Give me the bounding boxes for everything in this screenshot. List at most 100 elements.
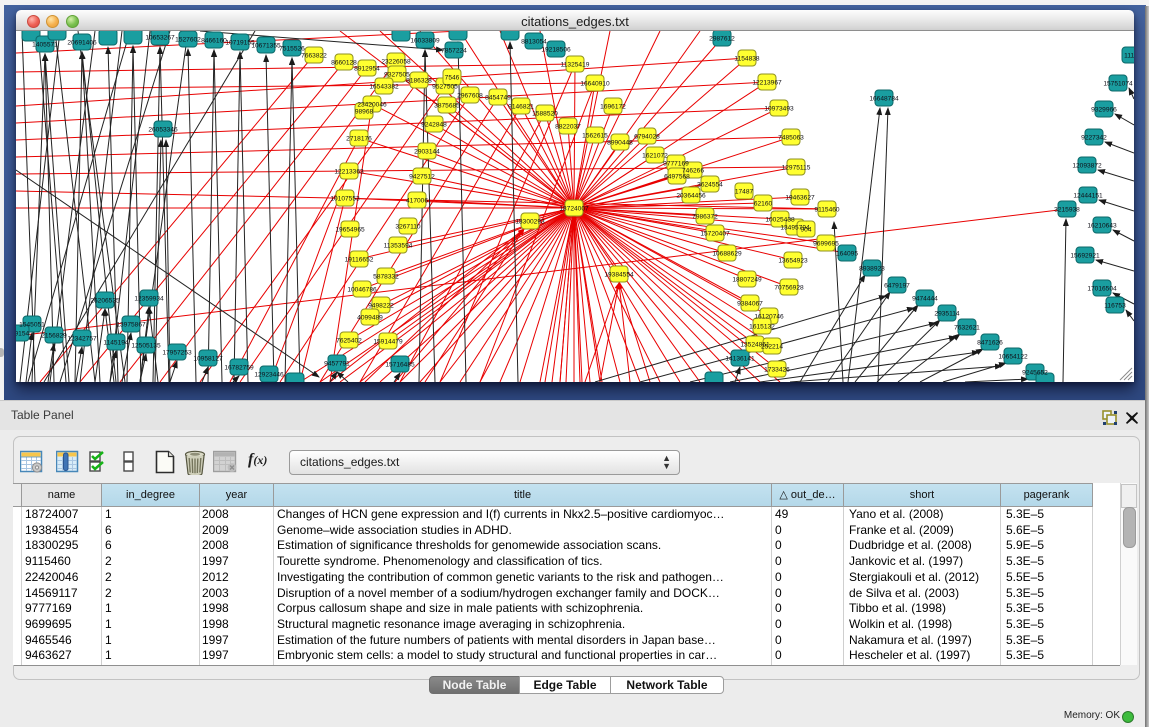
svg-text:7546: 7546 xyxy=(445,75,460,82)
svg-text:26206535: 26206535 xyxy=(90,298,120,305)
svg-text:16210643: 16210643 xyxy=(1087,223,1117,230)
svg-text:10688629: 10688629 xyxy=(712,251,742,258)
svg-text:8813054: 8813054 xyxy=(521,39,547,46)
svg-text:12213967: 12213967 xyxy=(752,80,782,87)
svg-text:746266: 746266 xyxy=(682,168,704,175)
svg-text:13654923: 13654923 xyxy=(778,258,808,265)
svg-text:9329966: 9329966 xyxy=(1091,107,1117,114)
svg-text:9146821: 9146821 xyxy=(508,104,534,111)
svg-text:20364456: 20364456 xyxy=(676,193,706,200)
svg-text:9457791: 9457791 xyxy=(324,361,350,368)
svg-text:15914479: 15914479 xyxy=(373,339,403,346)
svg-text:12923446: 12923446 xyxy=(254,372,284,379)
svg-text:3267110: 3267110 xyxy=(395,224,421,231)
svg-text:252214: 252214 xyxy=(761,344,783,351)
svg-text:12342757: 12342757 xyxy=(67,336,97,343)
svg-text:15720407: 15720407 xyxy=(700,231,730,238)
svg-text:23226058: 23226058 xyxy=(381,59,411,66)
svg-text:116753: 116753 xyxy=(1104,303,1126,310)
svg-text:12444151: 12444151 xyxy=(1073,193,1103,200)
svg-text:10973493: 10973493 xyxy=(764,106,794,113)
svg-text:19218506: 19218506 xyxy=(541,47,571,54)
svg-text:12359934: 12359934 xyxy=(134,296,164,303)
svg-text:19654965: 19654965 xyxy=(335,227,365,234)
svg-text:2935114: 2935114 xyxy=(934,311,960,318)
svg-text:8471626: 8471626 xyxy=(977,340,1003,347)
svg-text:18724007: 18724007 xyxy=(559,206,589,213)
svg-text:14136141: 14136141 xyxy=(725,356,755,363)
svg-text:1405571: 1405571 xyxy=(32,42,58,49)
svg-text:1545051: 1545051 xyxy=(19,322,45,329)
svg-text:9227342: 9227342 xyxy=(1081,135,1107,142)
svg-text:9245652: 9245652 xyxy=(1022,370,1048,377)
svg-text:10958127: 10958127 xyxy=(193,356,223,363)
svg-text:16648784: 16648784 xyxy=(869,96,899,103)
svg-text:7857224: 7857224 xyxy=(441,48,467,55)
svg-text:7485063: 7485063 xyxy=(778,135,804,142)
svg-text:9427512: 9427512 xyxy=(409,174,435,181)
svg-text:19463627: 19463627 xyxy=(785,195,815,202)
svg-text:7632621: 7632621 xyxy=(954,325,980,332)
svg-text:5878332: 5878332 xyxy=(373,274,399,281)
svg-text:12975115: 12975115 xyxy=(782,165,811,172)
svg-text:2718176: 2718176 xyxy=(346,136,372,143)
svg-text:23420046: 23420046 xyxy=(357,102,387,109)
svg-text:10107553: 10107553 xyxy=(330,196,360,203)
svg-text:8990448: 8990448 xyxy=(607,140,633,147)
svg-text:1696172: 1696172 xyxy=(600,104,626,111)
svg-text:8454749: 8454749 xyxy=(485,95,511,102)
svg-text:17957253: 17957253 xyxy=(162,350,192,357)
svg-text:8466160: 8466160 xyxy=(201,38,227,45)
svg-text:7625402: 7625402 xyxy=(336,338,362,345)
svg-text:9242848: 9242848 xyxy=(421,122,447,129)
svg-text:12213363: 12213363 xyxy=(334,169,364,176)
svg-text:62160: 62160 xyxy=(754,201,773,208)
svg-text:15716485: 15716485 xyxy=(385,362,415,369)
svg-text:8938923: 8938923 xyxy=(859,266,885,273)
svg-text:164095: 164095 xyxy=(836,251,858,258)
svg-text:9498222: 9498222 xyxy=(368,303,394,310)
svg-text:12093872: 12093872 xyxy=(1072,163,1102,170)
svg-text:2156829: 2156829 xyxy=(41,333,67,340)
svg-text:6479197: 6479197 xyxy=(884,283,910,290)
svg-text:13975867: 13975867 xyxy=(116,322,146,329)
svg-text:7986372: 7986372 xyxy=(692,214,718,221)
svg-text:70756928: 70756928 xyxy=(774,285,804,292)
svg-text:10025438: 10025438 xyxy=(765,217,795,224)
svg-text:2903144: 2903144 xyxy=(414,149,440,156)
svg-text:4099489: 4099489 xyxy=(357,315,383,322)
svg-text:7663822: 7663822 xyxy=(301,53,327,60)
svg-text:10654122: 10654122 xyxy=(998,354,1028,361)
svg-text:16543382: 16543382 xyxy=(369,84,399,91)
svg-text:417006: 417006 xyxy=(406,198,428,205)
svg-text:11325419: 11325419 xyxy=(561,62,590,69)
svg-text:17016504: 17016504 xyxy=(1087,286,1117,293)
svg-text:3215938: 3215938 xyxy=(1054,207,1080,214)
svg-text:26053346: 26053346 xyxy=(148,127,178,134)
svg-text:3875685: 3875685 xyxy=(434,103,460,110)
svg-text:39154: 39154 xyxy=(16,331,29,338)
svg-text:3624554: 3624554 xyxy=(697,182,723,189)
svg-text:20691406: 20691406 xyxy=(67,40,97,47)
svg-text:9699695: 9699695 xyxy=(813,241,839,248)
svg-text:1615132: 1615132 xyxy=(749,324,775,331)
svg-text:1562615: 1562615 xyxy=(582,133,608,140)
svg-text:16120746: 16120746 xyxy=(754,314,784,321)
svg-text:6794028: 6794028 xyxy=(634,134,660,141)
svg-text:1588520: 1588520 xyxy=(532,111,558,118)
svg-text:16782759: 16782759 xyxy=(224,365,254,372)
svg-text:18300293: 18300293 xyxy=(515,219,545,226)
svg-text:18807249: 18807249 xyxy=(732,277,762,284)
svg-text:98968: 98968 xyxy=(355,109,374,116)
svg-text:1145194: 1145194 xyxy=(103,340,129,347)
svg-text:16640910: 16640910 xyxy=(580,81,610,88)
svg-text:8186328: 8186328 xyxy=(406,78,432,85)
svg-text:1733426: 1733426 xyxy=(764,367,790,374)
svg-text:10671355: 10671355 xyxy=(251,43,281,50)
svg-text:17487: 17487 xyxy=(735,189,754,196)
svg-text:10653267: 10653267 xyxy=(145,35,175,42)
svg-text:11353594: 11353594 xyxy=(384,243,413,250)
svg-text:12505135: 12505135 xyxy=(131,343,161,350)
svg-text:15751074: 15751074 xyxy=(1103,81,1133,88)
svg-text:9384067: 9384067 xyxy=(737,301,763,308)
